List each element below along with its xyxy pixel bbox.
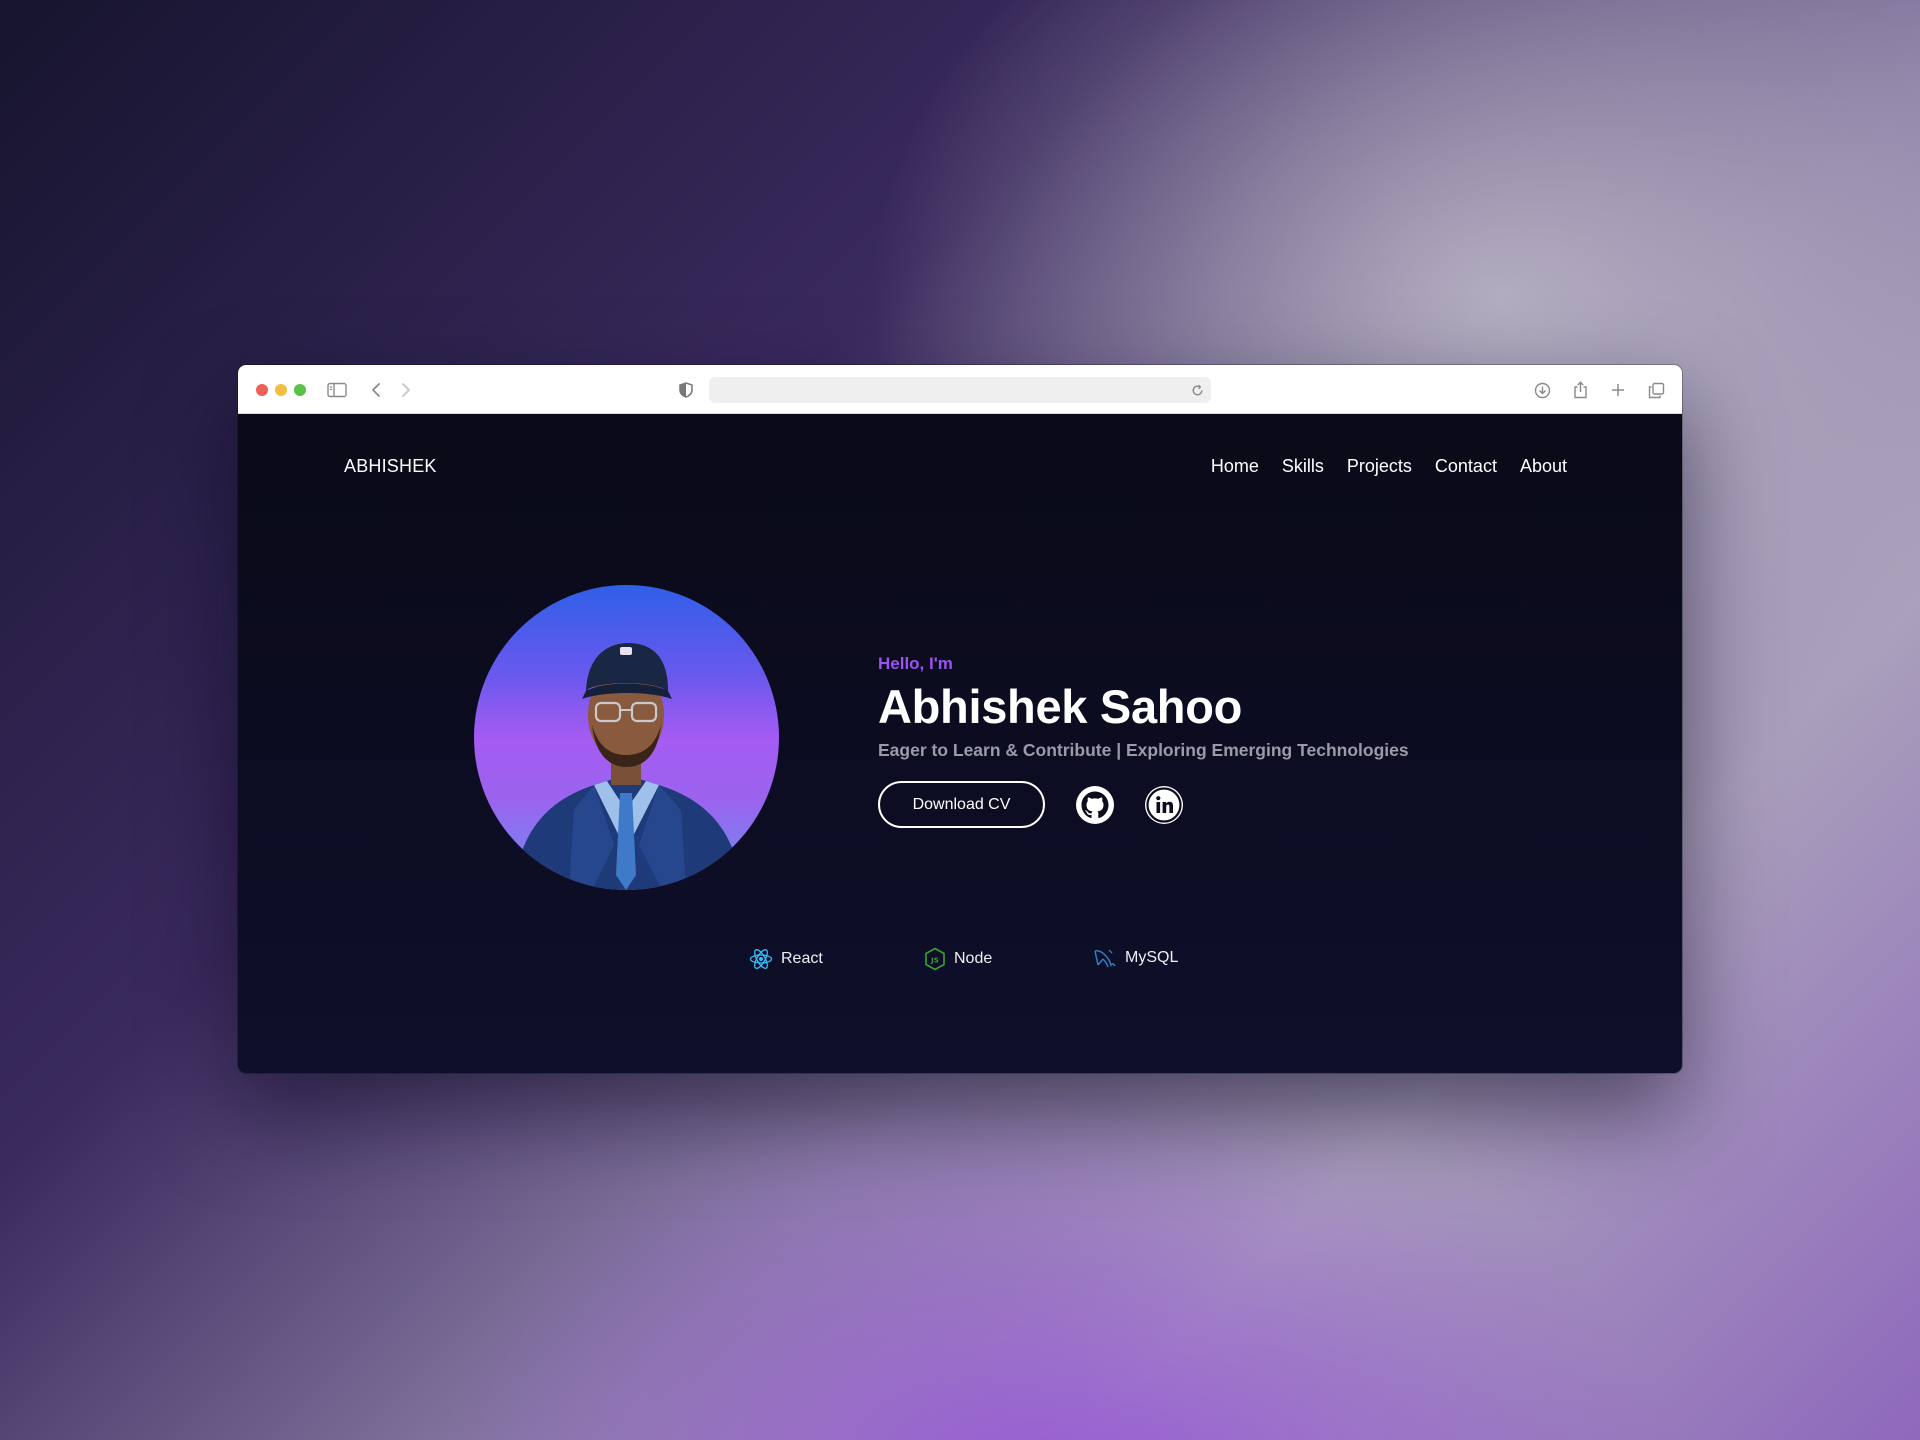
svg-text:JS: JS [930,957,939,965]
zoom-window-button[interactable] [294,384,306,396]
tech-item-react: React [749,947,823,971]
downloads-icon[interactable] [1531,379,1553,401]
github-icon [1081,791,1109,818]
github-link[interactable] [1076,785,1114,824]
minimize-window-button[interactable] [275,384,287,396]
share-icon[interactable] [1569,379,1591,401]
nodejs-icon: JS [925,947,945,971]
tech-label-react: React [781,950,823,967]
forward-icon[interactable] [395,379,417,401]
linkedin-icon [1146,787,1182,823]
new-tab-icon[interactable] [1607,379,1629,401]
tech-label-mysql: MySQL [1125,949,1179,966]
reload-icon[interactable] [1187,380,1207,400]
nav-home[interactable]: Home [1211,456,1259,477]
mysql-icon [1094,949,1116,968]
nav-about[interactable]: About [1520,456,1567,477]
back-icon[interactable] [365,379,387,401]
hero-tagline: Eager to Learn & Contribute | Exploring … [878,740,1409,761]
tech-label-node: Node [954,950,993,967]
download-cv-button[interactable]: Download CV [878,781,1045,829]
sidebar-toggle-icon[interactable] [326,379,348,401]
profile-photo [474,585,779,890]
hero-section: Hello, I'm Abhishek Sahoo Eager to Learn… [878,654,1409,829]
linkedin-link[interactable] [1145,785,1183,824]
privacy-shield-icon[interactable] [675,379,697,401]
close-window-button[interactable] [256,384,268,396]
browser-window: ABHISHEK Home Skills Projects Contact Ab… [238,365,1682,1073]
portfolio-page: ABHISHEK Home Skills Projects Contact Ab… [238,414,1682,1073]
hero-actions: Download CV [878,781,1409,829]
nav-skills[interactable]: Skills [1282,456,1324,477]
main-nav: Home Skills Projects Contact About [1211,456,1567,477]
hero-greeting: Hello, I'm [878,654,953,673]
react-icon [749,949,773,969]
browser-toolbar [238,365,1682,414]
nav-projects[interactable]: Projects [1347,456,1412,477]
site-logo[interactable]: ABHISHEK [344,456,437,477]
nav-contact[interactable]: Contact [1435,456,1497,477]
hero-name: Abhishek Sahoo [878,680,1243,733]
tech-item-mysql: MySQL [1093,947,1178,969]
address-bar[interactable] [709,377,1211,403]
tech-item-node: JS Node [924,947,992,971]
tab-overview-icon[interactable] [1645,379,1667,401]
